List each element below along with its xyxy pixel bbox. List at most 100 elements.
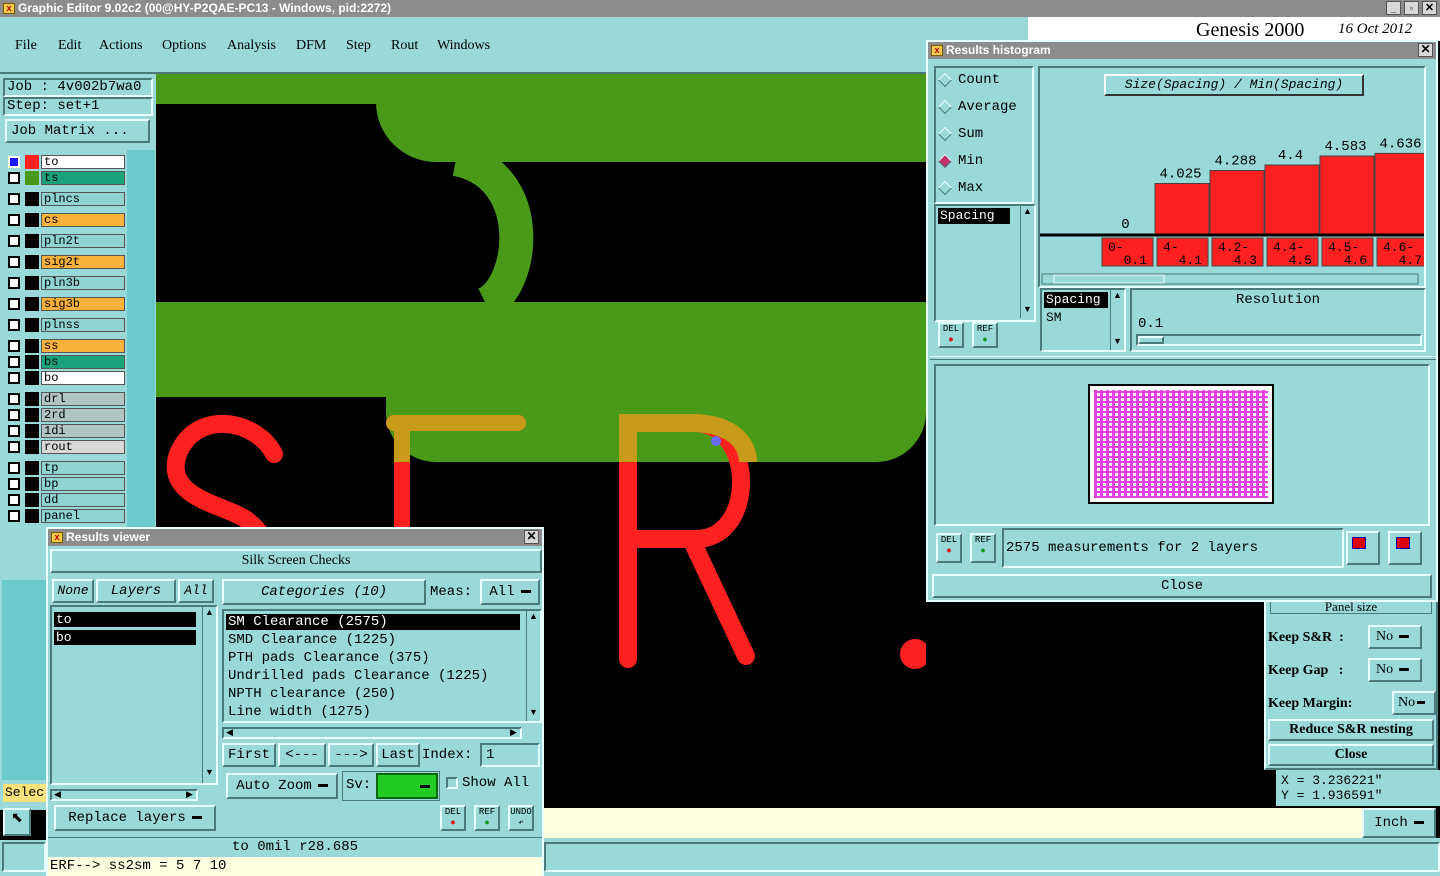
layer-checkbox[interactable] (8, 298, 20, 310)
histogram-ref-button[interactable]: REF ● (970, 533, 996, 563)
chart-hscroll-thumb[interactable] (1053, 274, 1165, 284)
layer-name[interactable]: plnss (41, 318, 125, 332)
layer-checkbox[interactable] (8, 156, 20, 168)
layer-row-2rd[interactable]: 2rd (7, 408, 125, 422)
layer-checkbox[interactable] (8, 409, 20, 421)
category-item[interactable]: SM Clearance (2575) (226, 614, 520, 630)
keep-margin-dropdown[interactable]: No (1392, 691, 1436, 715)
layer-name[interactable]: panel (41, 509, 125, 523)
layer-checkbox[interactable] (8, 425, 20, 437)
show-all-checkbox[interactable] (446, 777, 458, 789)
job-matrix-button[interactable]: Job Matrix ... (5, 119, 150, 143)
layers-button[interactable]: Layers (96, 579, 176, 603)
layer-name[interactable]: sig3b (41, 297, 125, 311)
viewer-layer-to[interactable]: to (54, 612, 196, 627)
layer-name[interactable]: to (41, 155, 125, 169)
layer-row-bs[interactable]: bs (7, 355, 125, 369)
spacing-list-item[interactable]: SM (1046, 310, 1062, 325)
layer-name[interactable]: bs (41, 355, 125, 369)
last-button[interactable]: Last (376, 743, 420, 767)
viewer-undo-button[interactable]: UNDO ↶ (508, 805, 534, 831)
histogram-del-button-top[interactable]: DEL ● (938, 322, 964, 348)
layer-checkbox[interactable] (8, 393, 20, 405)
menu-options[interactable]: Options (162, 38, 206, 54)
close-icon[interactable]: ✕ (1418, 43, 1433, 57)
spacing-list-header[interactable]: Spacing (1044, 292, 1108, 308)
layer-checkbox[interactable] (8, 340, 20, 352)
layer-checkbox[interactable] (8, 478, 20, 490)
layer-name[interactable]: 1di (41, 424, 125, 438)
layer-checkbox[interactable] (8, 319, 20, 331)
histogram-del-button[interactable]: DEL ● (936, 533, 962, 563)
layer-row-pln2t[interactable]: pln2t (7, 234, 125, 248)
layer-name[interactable]: tp (41, 461, 125, 475)
category-item[interactable]: NPTH clearance (250) (226, 686, 520, 702)
layer-name[interactable]: bo (41, 371, 125, 385)
category-item[interactable]: Undrilled pads Clearance (1225) (226, 668, 520, 684)
layer-name[interactable]: ss (41, 339, 125, 353)
menu-analysis[interactable]: Analysis (227, 38, 276, 54)
menu-windows[interactable]: Windows (437, 38, 490, 54)
index-input[interactable]: 1 (480, 743, 540, 767)
layer-checkbox[interactable] (8, 356, 20, 368)
menu-rout[interactable]: Rout (391, 38, 418, 54)
layers-none-button[interactable]: None (52, 579, 94, 603)
board-thumbnail[interactable] (1088, 384, 1274, 504)
categories-scrollbar[interactable]: ▲ ▼ (526, 611, 540, 721)
category-item[interactable]: Line width (1275) (226, 704, 520, 720)
resolution-slider-thumb[interactable] (1138, 336, 1164, 344)
minimize-icon[interactable]: _ (1386, 1, 1401, 15)
metric-item-spacing[interactable]: Spacing (938, 208, 1010, 224)
layer-name[interactable]: bp (41, 477, 125, 491)
layer-name[interactable]: dd (41, 493, 125, 507)
sv-color-dropdown[interactable] (376, 773, 438, 799)
menu-file[interactable]: File (15, 38, 37, 54)
layer-checkbox[interactable] (8, 193, 20, 205)
layer-row-bp[interactable]: bp (7, 477, 125, 491)
histogram-bar[interactable] (1209, 170, 1265, 235)
layer-checkbox[interactable] (8, 277, 20, 289)
zoom-all-button[interactable] (1388, 531, 1422, 565)
layer-checkbox[interactable] (8, 462, 20, 474)
layer-checkbox[interactable] (8, 256, 20, 268)
layer-name[interactable]: plncs (41, 192, 125, 206)
menu-edit[interactable]: Edit (58, 38, 81, 54)
layer-row-drl[interactable]: drl (7, 392, 125, 406)
layer-name[interactable]: pln2t (41, 234, 125, 248)
layer-checkbox[interactable] (8, 214, 20, 226)
select-tool-button[interactable]: ⬉ (3, 808, 31, 836)
viewer-layer-bo[interactable]: bo (54, 630, 196, 645)
pane-splitter[interactable] (930, 356, 1436, 360)
categories-button[interactable]: Categories (10) (222, 579, 426, 605)
close-icon[interactable]: ✕ (1422, 1, 1437, 15)
histogram-bar[interactable] (1154, 182, 1210, 235)
layer-row-plnss[interactable]: plnss (7, 318, 125, 332)
layer-row-dd[interactable]: dd (7, 493, 125, 507)
histogram-bar[interactable] (1264, 164, 1320, 235)
layer-row-to[interactable]: to (7, 155, 125, 169)
layer-checkbox[interactable] (8, 494, 20, 506)
menu-actions[interactable]: Actions (99, 38, 143, 54)
zoom-selected-button[interactable] (1346, 531, 1380, 565)
layer-row-bo[interactable]: bo (7, 371, 125, 385)
layers-all-button[interactable]: All (178, 579, 214, 603)
resolution-slider[interactable] (1136, 334, 1422, 346)
histogram-bar[interactable] (1319, 155, 1375, 235)
layer-row-cs[interactable]: cs (7, 213, 125, 227)
layer-name[interactable]: sig2t (41, 255, 125, 269)
layer-row-tp[interactable]: tp (7, 461, 125, 475)
histogram-ref-button-top[interactable]: REF ● (972, 322, 998, 348)
layer-checkbox[interactable] (8, 441, 20, 453)
close-icon[interactable]: ✕ (524, 530, 539, 544)
menu-dfm[interactable]: DFM (296, 38, 326, 54)
prev-button[interactable]: <--- (278, 743, 326, 767)
next-button[interactable]: ---> (328, 743, 374, 767)
category-item[interactable]: PTH pads Clearance (375) (226, 650, 520, 666)
histogram-bar[interactable] (1374, 152, 1424, 235)
first-button[interactable]: First (222, 743, 276, 767)
unit-button[interactable]: Inch (1362, 808, 1436, 838)
categories-hscroll[interactable]: ◀ ▶ (222, 727, 522, 739)
reduce-sr-nesting-button[interactable]: Reduce S&R nesting (1268, 719, 1434, 741)
layer-row-ss[interactable]: ss (7, 339, 125, 353)
spacing-scrollbar[interactable]: ▲ ▼ (1110, 290, 1124, 350)
